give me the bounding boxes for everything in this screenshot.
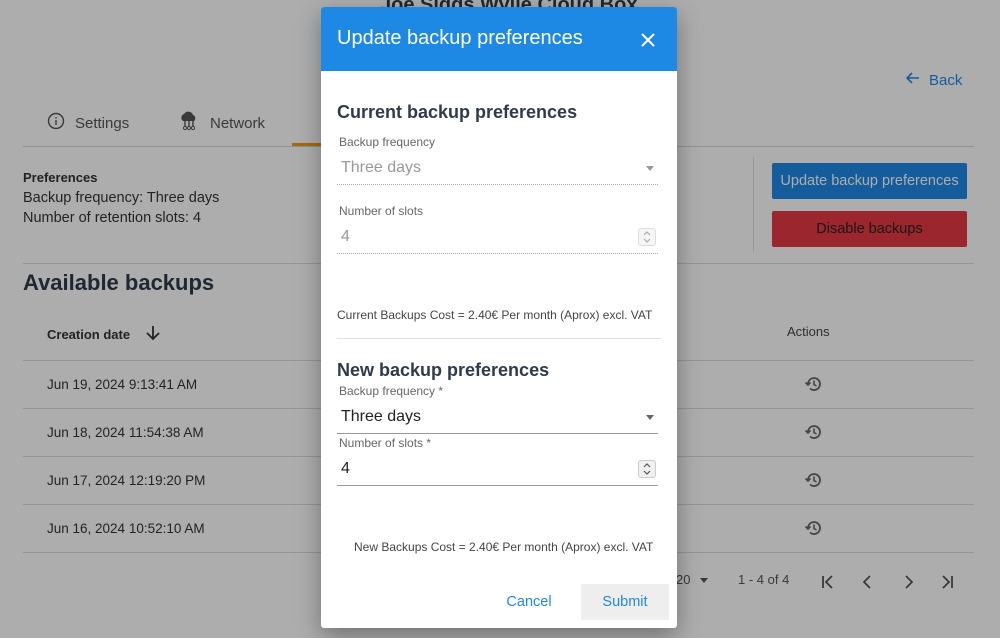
update-preferences-dialog: Update backup preferences Current backup… [321,7,677,628]
new-slots-field[interactable]: 4 [337,452,658,486]
new-cost-text: New Backups Cost = 2.40€ Per month (Apro… [354,540,654,554]
cancel-button[interactable]: Cancel [497,584,561,620]
new-section-title: New backup preferences [337,360,550,380]
new-frequency-value: Three days [341,408,422,425]
new-frequency-label: Backup frequency * [339,384,444,398]
spinner-icon [638,228,656,246]
spinner-icon[interactable] [638,460,656,478]
dropdown-arrow-icon [646,415,654,420]
dialog-header: Update backup preferences [321,7,677,71]
close-icon[interactable] [639,31,657,49]
new-slots-label: Number of slots * [339,436,432,450]
current-frequency-value: Three days [341,159,422,176]
current-frequency-select: Three days [337,151,658,185]
current-slots-label: Number of slots [339,204,424,218]
dialog-divider [337,338,661,339]
dialog-title: Update backup preferences [337,27,583,49]
current-cost-text: Current Backups Cost = 2.40€ Per month (… [337,308,653,322]
new-slots-value: 4 [341,460,350,477]
submit-button[interactable]: Submit [581,584,669,620]
dropdown-arrow-icon [646,166,654,171]
current-section-title: Current backup preferences [337,102,578,122]
current-frequency-label: Backup frequency [339,135,436,149]
new-frequency-select[interactable]: Three days [337,400,658,434]
current-slots-value: 4 [341,228,350,245]
current-slots-field: 4 [337,220,658,254]
